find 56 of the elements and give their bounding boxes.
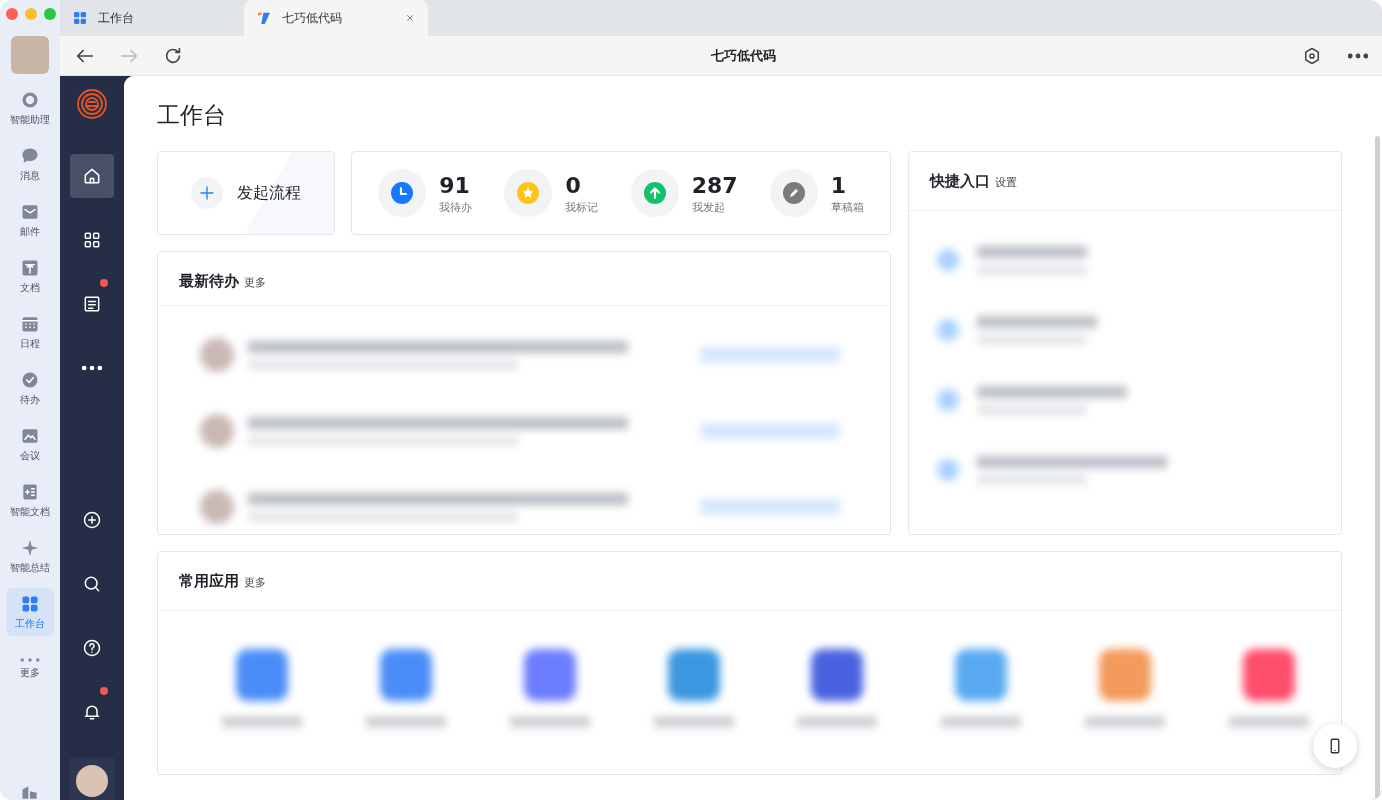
rail-item[interactable]: 文档 xyxy=(6,252,54,300)
panel-title: 快捷入口 xyxy=(930,172,990,191)
rail-item[interactable]: 工作台 xyxy=(6,588,54,636)
more-icon xyxy=(1348,52,1368,59)
settings-icon xyxy=(1302,45,1322,66)
tab-title: 工作台 xyxy=(98,9,134,27)
panel-title: 最新待办 xyxy=(179,272,239,291)
stat-count[interactable]: 287 xyxy=(691,171,738,200)
document-list-icon xyxy=(82,294,102,314)
close-button[interactable] xyxy=(6,8,18,20)
more-icon xyxy=(82,365,102,371)
stat-label[interactable]: 草稿箱 xyxy=(830,199,864,215)
panel-link[interactable]: 更多 xyxy=(244,575,266,590)
rail-item[interactable]: 智能助理 xyxy=(6,84,54,132)
panel-link[interactable]: 设置 xyxy=(995,175,1017,190)
sidebar-item[interactable] xyxy=(70,154,114,198)
grid-icon xyxy=(82,230,102,250)
tab-title: 七巧低代码 xyxy=(282,9,342,27)
page-title: 七巧低代码 xyxy=(709,46,777,65)
help-icon xyxy=(82,638,102,658)
stat-count[interactable]: 0 xyxy=(565,171,599,200)
browser-tab[interactable]: 工作台 xyxy=(60,0,244,36)
rail-item[interactable]: 消息 xyxy=(6,140,54,188)
start-process-button[interactable]: 发起流程 xyxy=(157,151,335,235)
stat-label[interactable]: 我待办 xyxy=(439,199,473,215)
plus-circle-icon xyxy=(82,510,102,530)
rail-item[interactable]: 邮件 xyxy=(6,196,54,244)
logo-icon xyxy=(76,88,108,120)
grid-icon xyxy=(72,10,88,26)
stat-count[interactable]: 91 xyxy=(439,171,473,200)
rail-item[interactable]: 日程 xyxy=(6,308,54,356)
rail-item[interactable]: 会议 xyxy=(6,420,54,468)
app-logo-icon xyxy=(256,10,272,26)
stat-label[interactable]: 我发起 xyxy=(691,199,738,215)
home-icon xyxy=(82,166,102,186)
mobile-button[interactable] xyxy=(1313,724,1357,768)
scrollbar[interactable] xyxy=(1374,136,1380,800)
stat-label[interactable]: 我标记 xyxy=(565,199,599,215)
more-icon xyxy=(20,656,40,663)
page-heading: 工作台 xyxy=(157,101,227,130)
stat-count[interactable]: 1 xyxy=(830,171,864,200)
rail-item[interactable]: 智能文档 xyxy=(6,476,54,524)
panel-title: 常用应用 xyxy=(179,572,239,591)
rail-item[interactable]: 更多 xyxy=(6,644,54,692)
panel-link[interactable]: 更多 xyxy=(244,275,266,290)
clock-icon xyxy=(390,181,415,205)
avatar-button[interactable] xyxy=(69,758,115,800)
browser-tab[interactable]: 七巧低代码 xyxy=(244,0,428,36)
close-icon xyxy=(404,12,416,24)
pencil-icon xyxy=(781,181,806,205)
search-icon xyxy=(82,574,102,594)
rail-item[interactable]: 待办 xyxy=(6,364,54,412)
arrow-up-icon xyxy=(642,181,667,205)
plus-icon xyxy=(198,184,216,202)
avatar-photo xyxy=(76,765,108,797)
rail-item[interactable]: 智能总结 xyxy=(6,532,54,580)
